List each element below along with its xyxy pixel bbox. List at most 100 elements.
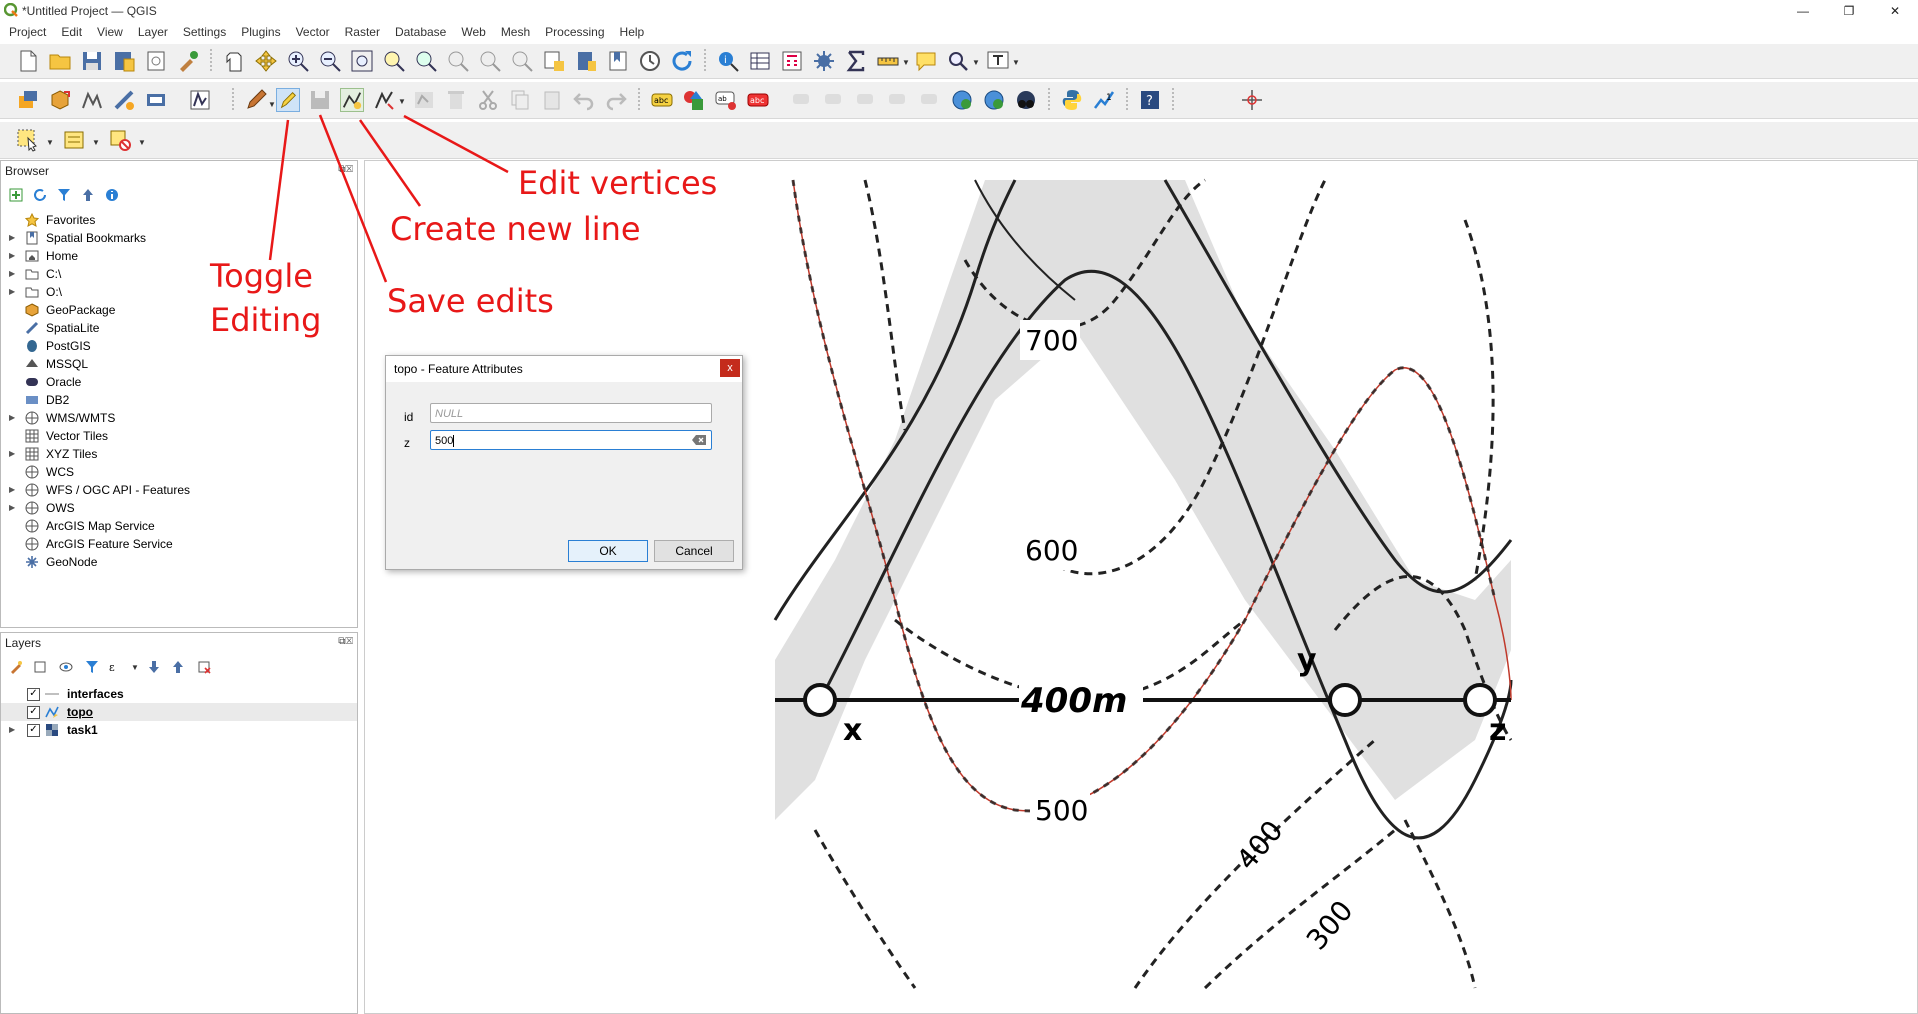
collapse-all-icon[interactable] [171, 660, 185, 674]
label-tool-icon[interactable]: abc [650, 88, 674, 112]
collapse-all-icon[interactable] [81, 188, 95, 202]
zoom-in-icon[interactable] [286, 49, 310, 73]
add-group-icon[interactable] [33, 660, 47, 674]
map-tips-icon[interactable] [914, 49, 938, 73]
select-dropdown-chevron-icon[interactable]: ▼ [46, 138, 54, 147]
new-project-icon[interactable] [16, 49, 40, 73]
expand-arrow-icon[interactable]: ▶ [9, 413, 15, 422]
current-edits-dropdown-chevron-icon[interactable]: ▼ [268, 100, 276, 109]
menu-help[interactable]: Help [611, 22, 651, 42]
expand-arrow-icon[interactable]: ▶ [9, 503, 15, 512]
id-field[interactable]: NULL [430, 403, 712, 423]
filter-expression-dropdown-chevron-icon[interactable]: ▼ [131, 663, 139, 672]
filter-browser-icon[interactable] [57, 188, 71, 202]
zoom-last-icon[interactable] [478, 49, 502, 73]
vertex-tool-dropdown-chevron-icon[interactable]: ▼ [398, 97, 406, 106]
remove-layer-icon[interactable] [197, 660, 211, 674]
zoom-to-selection-icon[interactable] [382, 49, 406, 73]
clear-field-icon[interactable] [692, 435, 706, 445]
menu-web[interactable]: Web [452, 22, 491, 42]
temporal-controller-icon[interactable] [638, 49, 662, 73]
add-line-feature-icon[interactable] [340, 88, 364, 112]
metasearch-icon[interactable] [950, 88, 974, 112]
save-as-icon[interactable] [112, 49, 136, 73]
zoom-full-icon[interactable] [350, 49, 374, 73]
close-window-button[interactable]: ✕ [1872, 0, 1918, 22]
menu-plugins[interactable]: Plugins [232, 22, 286, 42]
toggle-editing-icon[interactable] [276, 88, 300, 112]
field-calculator-icon[interactable] [780, 49, 804, 73]
modify-attributes-icon[interactable] [412, 88, 436, 112]
add-selected-layers-icon[interactable] [9, 188, 23, 202]
expand-arrow-icon[interactable]: ▶ [9, 251, 15, 260]
save-layer-edits-icon[interactable] [308, 88, 332, 112]
refresh-icon[interactable] [670, 49, 694, 73]
text-annotation-icon[interactable] [986, 49, 1010, 73]
pan-to-selection-icon[interactable] [254, 49, 278, 73]
copy-features-icon[interactable] [508, 88, 532, 112]
processing-toolbox-icon[interactable] [812, 49, 836, 73]
pan-map-icon[interactable] [222, 49, 246, 73]
layer-item-interfaces[interactable]: ✓ interfaces [1, 685, 357, 703]
add-vector-layer-icon[interactable] [188, 88, 212, 112]
vertex-tool-icon[interactable] [372, 88, 396, 112]
statistics-sigma-icon[interactable] [844, 49, 868, 73]
new-shapefile-layer-icon[interactable] [80, 88, 104, 112]
select-by-expression-icon[interactable] [62, 128, 86, 152]
identify-features-icon[interactable]: i [716, 49, 740, 73]
python-console-icon[interactable] [1060, 88, 1084, 112]
new-virtual-layer-icon[interactable] [144, 88, 168, 112]
attribute-table-icon[interactable] [748, 49, 772, 73]
zoom-out-icon[interactable] [318, 49, 342, 73]
style-manager-icon[interactable] [176, 49, 200, 73]
zoom-next-icon[interactable] [510, 49, 534, 73]
measure-line-icon[interactable] [876, 49, 900, 73]
expand-arrow-icon[interactable]: ▶ [9, 269, 15, 278]
rotate-label-icon[interactable] [854, 88, 878, 112]
ok-button[interactable]: OK [568, 540, 648, 562]
map-canvas[interactable]: 700 600 500 400 300 400m x y z [364, 160, 1918, 1014]
select-expression-dropdown-chevron-icon[interactable]: ▼ [92, 138, 100, 147]
layer-styling-icon[interactable] [682, 88, 706, 112]
save-project-icon[interactable] [80, 49, 104, 73]
panel-float-close-icon[interactable]: ⧉☒ [338, 636, 353, 647]
delete-selected-icon[interactable] [444, 88, 468, 112]
annotation-dropdown-chevron-icon[interactable]: ▼ [1012, 58, 1020, 67]
menu-edit[interactable]: Edit [52, 22, 88, 42]
filter-legend-icon[interactable] [85, 660, 99, 674]
wms-search-icon[interactable] [982, 88, 1006, 112]
menu-settings[interactable]: Settings [174, 22, 232, 42]
new-spatialite-layer-icon[interactable] [112, 88, 136, 112]
expand-arrow-icon[interactable]: ▶ [9, 287, 15, 296]
current-edits-pencil-icon[interactable] [244, 88, 268, 112]
expand-arrow-icon[interactable]: ▶ [9, 725, 15, 734]
select-features-icon[interactable] [16, 128, 40, 152]
gps-tracking-icon[interactable] [1014, 88, 1038, 112]
cancel-button[interactable]: Cancel [654, 540, 734, 562]
manage-visibility-icon[interactable] [59, 660, 73, 674]
show-bookmarks-icon[interactable] [606, 49, 630, 73]
menu-processing[interactable]: Processing [536, 22, 610, 42]
deselect-dropdown-chevron-icon[interactable]: ▼ [138, 138, 146, 147]
layer-visibility-checkbox[interactable]: ✓ [27, 688, 40, 701]
zoom-to-layer-icon[interactable] [414, 49, 438, 73]
crosshair-icon[interactable] [1240, 88, 1264, 112]
new-geopackage-layer-icon[interactable] [48, 88, 72, 112]
menu-vector[interactable]: Vector [287, 22, 336, 42]
pin-labels-icon[interactable]: ab [714, 88, 738, 112]
refresh-browser-icon[interactable] [33, 188, 47, 202]
expand-arrow-icon[interactable]: ▶ [9, 449, 15, 458]
print-layout-icon[interactable] [144, 49, 168, 73]
dialog-close-button[interactable]: x [720, 359, 740, 377]
expand-all-icon[interactable] [147, 660, 161, 674]
undo-icon[interactable] [572, 88, 596, 112]
deselect-features-icon[interactable] [108, 128, 132, 152]
change-label-icon[interactable] [886, 88, 910, 112]
panel-float-close-icon[interactable]: ⧉☒ [338, 164, 353, 175]
filter-by-expression-icon[interactable]: ε [109, 660, 123, 674]
style-layer-icon[interactable] [9, 660, 23, 674]
show-hide-labels-icon[interactable] [822, 88, 846, 112]
layer-item-task1[interactable]: ▶ ✓ task1 [1, 721, 357, 739]
expand-arrow-icon[interactable]: ▶ [9, 485, 15, 494]
menu-mesh[interactable]: Mesh [492, 22, 536, 42]
